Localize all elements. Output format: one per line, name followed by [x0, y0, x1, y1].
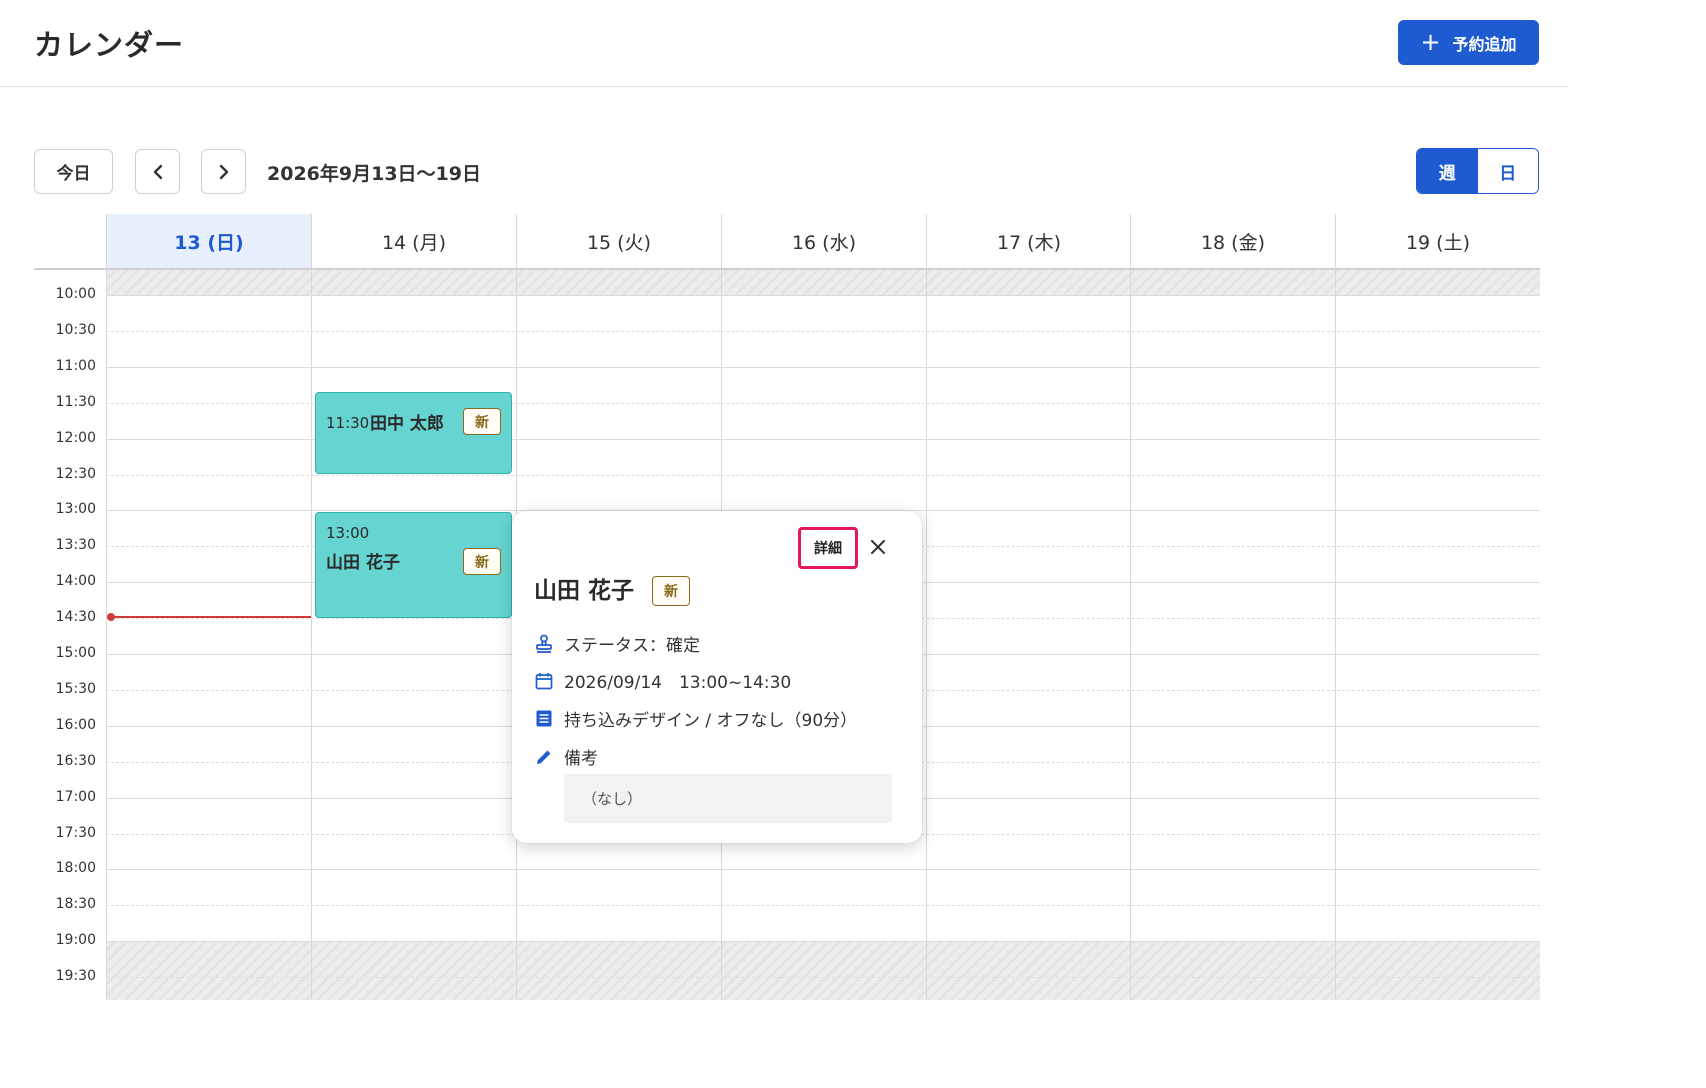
time-gridline — [106, 869, 1540, 870]
view-day-button[interactable]: 日 — [1477, 149, 1538, 193]
note-value: （なし） — [564, 774, 892, 823]
time-label: 15:30 — [55, 681, 96, 697]
datetime-row: 2026/09/14 13:00~14:30 — [534, 668, 791, 693]
day-header[interactable]: 16 (水) — [721, 214, 926, 269]
current-time-dot — [107, 613, 115, 621]
event-name: 山田 花子 — [326, 553, 400, 573]
new-badge: 新 — [463, 408, 501, 435]
note-row: 備考 — [534, 744, 598, 769]
top-bar: カレンダー + 予約追加 — [0, 0, 1568, 87]
time-label: 13:00 — [55, 501, 96, 517]
time-label: 19:30 — [55, 968, 96, 984]
time-label: 14:30 — [55, 609, 96, 625]
time-label: 10:30 — [55, 322, 96, 338]
menu-text: 持ち込みデザイン / オフなし（90分） — [564, 711, 858, 731]
time-label: 16:00 — [55, 717, 96, 733]
event-time: 13:00 — [326, 524, 370, 542]
plus-icon: + — [1420, 27, 1441, 56]
current-time-line — [110, 616, 311, 618]
time-label: 11:00 — [55, 358, 96, 374]
time-gridline — [106, 331, 1540, 332]
time-label: 12:30 — [55, 466, 96, 482]
status-text: ステータス：確定 — [564, 636, 700, 656]
closed-hours-shade — [106, 270, 1540, 296]
note-label: 備考 — [564, 749, 598, 769]
event-block[interactable]: 11:30 田中 太郎 新 — [315, 392, 512, 474]
day-header[interactable]: 18 (金) — [1130, 214, 1335, 269]
next-week-button[interactable] — [201, 149, 246, 194]
time-label: 13:30 — [55, 537, 96, 553]
event-name: 田中 太郎 — [370, 414, 444, 434]
event-time: 11:30 — [326, 414, 370, 432]
add-reservation-label: 予約追加 — [1452, 34, 1517, 54]
date-range-label: 2026年9月13日〜19日 — [267, 163, 481, 185]
closed-hours-shade — [106, 941, 1540, 1000]
time-label: 18:00 — [55, 860, 96, 876]
time-gridline — [106, 977, 1540, 978]
view-week-button[interactable]: 週 — [1417, 149, 1478, 193]
stamp-icon — [534, 634, 554, 654]
calendar-icon — [534, 671, 554, 691]
day-header[interactable]: 14 (月) — [311, 214, 516, 269]
time-gridline — [106, 367, 1540, 368]
event-block[interactable]: 13:00 山田 花子 新 — [315, 512, 512, 618]
today-button[interactable]: 今日 — [34, 149, 113, 194]
time-gridline — [106, 941, 1540, 942]
add-reservation-button[interactable]: + 予約追加 — [1398, 20, 1539, 65]
time-gridline — [106, 475, 1540, 476]
event-detail-popup: 詳細 山田 花子 新 ステータス：確定 2026/09/14 13:00~14:… — [512, 511, 922, 843]
new-badge: 新 — [652, 576, 690, 606]
time-label: 15:00 — [55, 645, 96, 661]
pencil-icon — [534, 747, 554, 767]
list-document-icon — [534, 709, 554, 729]
day-header[interactable]: 19 (土) — [1335, 214, 1540, 269]
chevron-left-icon — [153, 164, 162, 179]
datetime-text: 2026/09/14 13:00~14:30 — [564, 673, 792, 693]
popup-customer-name: 山田 花子 — [534, 578, 635, 604]
time-label: 17:00 — [55, 789, 96, 805]
time-label: 19:00 — [55, 932, 96, 948]
chevron-right-icon — [219, 164, 228, 179]
time-label: 14:00 — [55, 573, 96, 589]
close-icon[interactable] — [864, 533, 892, 561]
day-header[interactable]: 17 (木) — [926, 214, 1131, 269]
time-label: 16:30 — [55, 753, 96, 769]
view-toggle: 週 日 — [1416, 148, 1539, 194]
day-header[interactable]: 13 (日) — [106, 214, 311, 269]
status-row: ステータス：確定 — [534, 631, 700, 656]
page-title: カレンダー — [34, 28, 185, 62]
prev-week-button[interactable] — [135, 149, 180, 194]
time-label: 11:30 — [55, 394, 96, 410]
detail-button[interactable]: 詳細 — [798, 527, 858, 569]
time-label: 17:30 — [55, 825, 96, 841]
day-header[interactable]: 15 (火) — [516, 214, 721, 269]
time-gridline — [106, 295, 1540, 296]
menu-row: 持ち込みデザイン / オフなし（90分） — [534, 706, 857, 731]
new-badge: 新 — [463, 548, 501, 575]
time-label: 12:00 — [55, 430, 96, 446]
time-gridline — [106, 905, 1540, 906]
time-label: 10:00 — [55, 286, 96, 302]
time-label: 18:30 — [55, 896, 96, 912]
